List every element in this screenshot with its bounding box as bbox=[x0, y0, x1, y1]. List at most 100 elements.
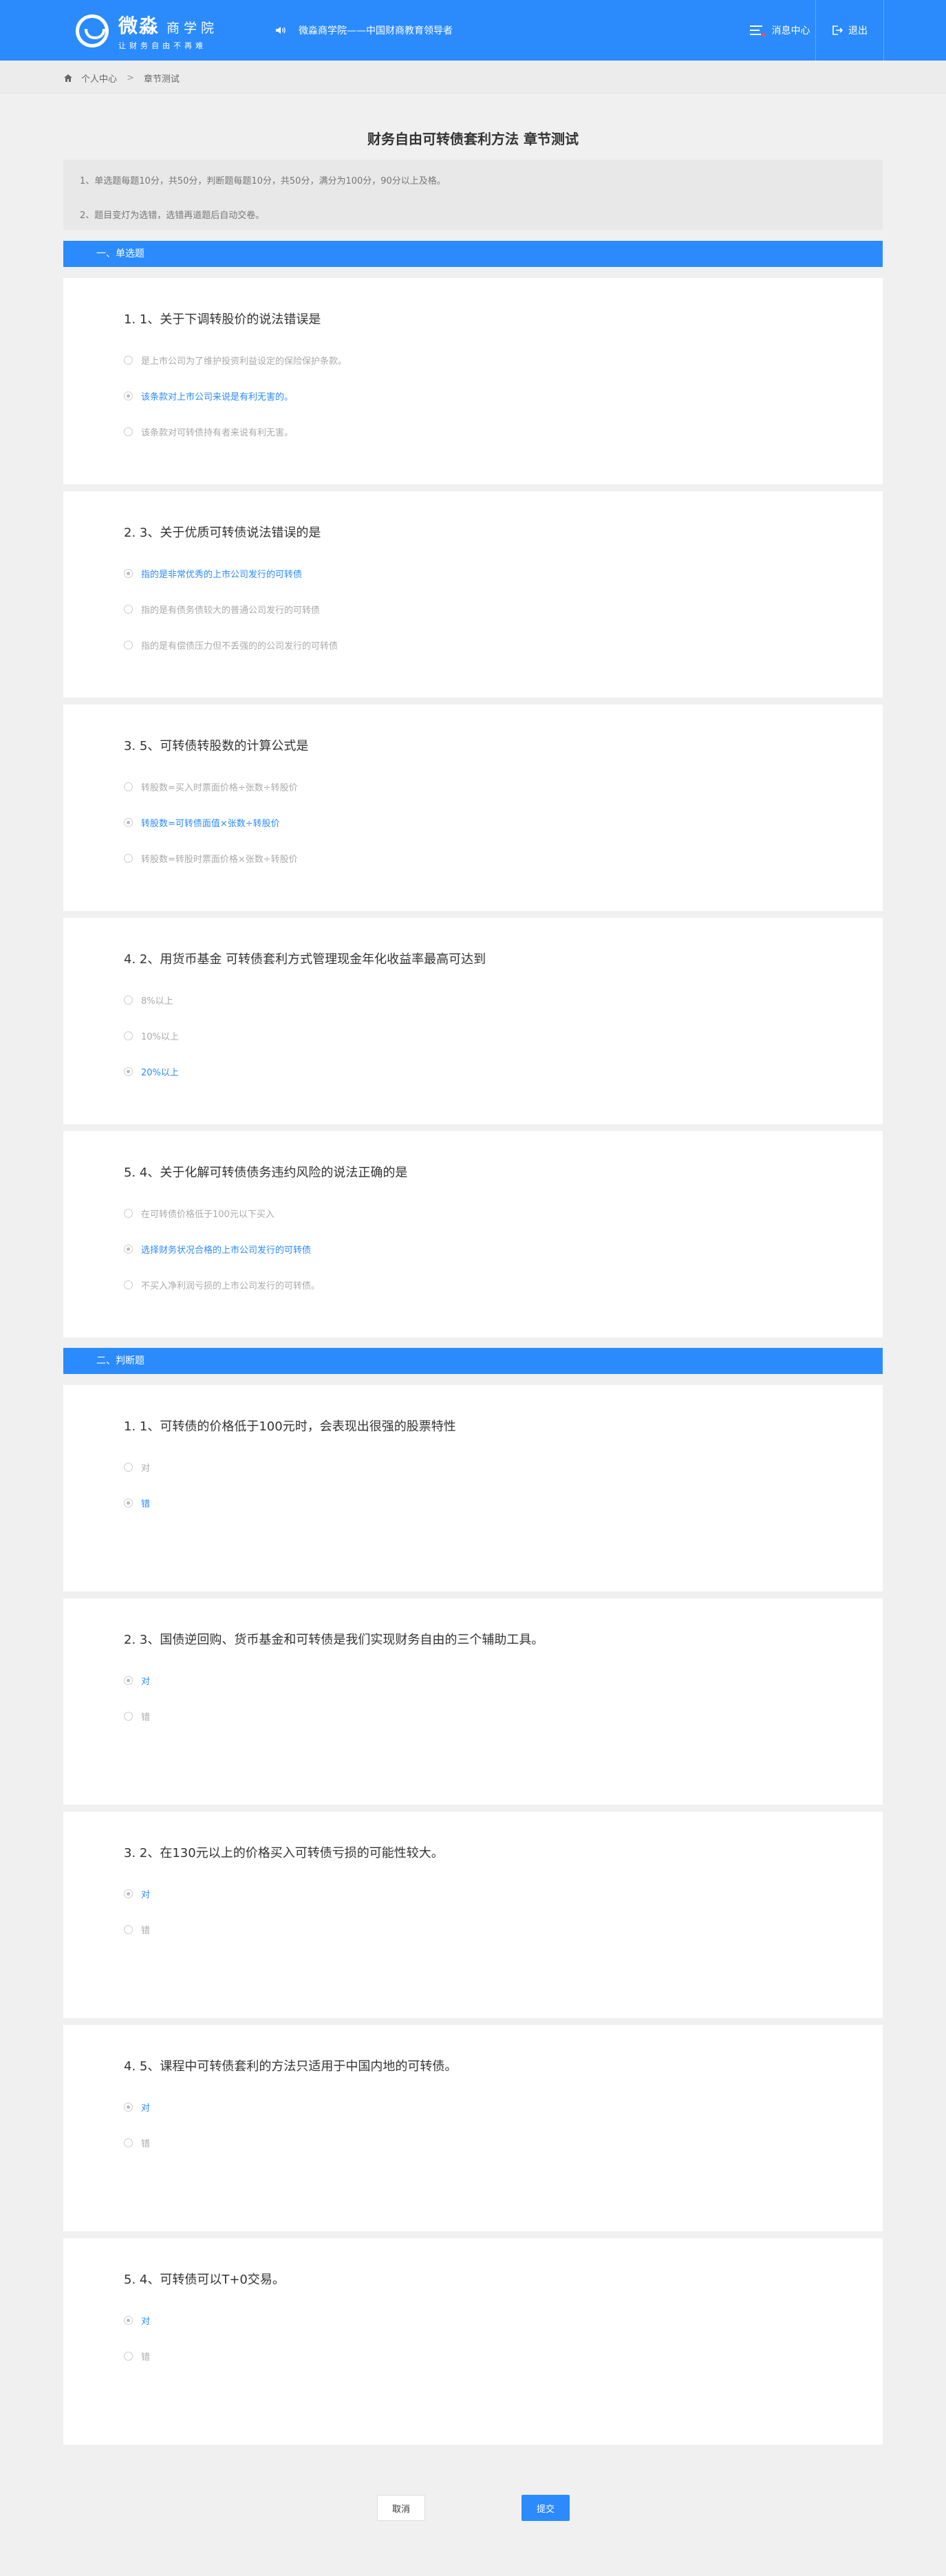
radio-button[interactable] bbox=[124, 995, 133, 1005]
option-label: 10%以上 bbox=[141, 1031, 179, 1042]
radio-button[interactable] bbox=[124, 568, 133, 578]
option-a[interactable]: 8%以上 bbox=[124, 992, 883, 1007]
tip-line: 1、单选题每题10分，共50分，判断题每题10分，共50分，满分为100分，90… bbox=[80, 176, 446, 186]
option-b[interactable]: 该条款对上市公司来说是有利无害的。 bbox=[124, 388, 883, 403]
option-label: 错 bbox=[141, 1925, 151, 1936]
option-label: 是上市公司为了维护投资利益设定的保险保护条款。 bbox=[141, 356, 347, 367]
radio-button[interactable] bbox=[124, 355, 133, 365]
option-true[interactable]: 对 bbox=[124, 1673, 883, 1688]
logout-icon bbox=[832, 25, 843, 35]
section-single-choice: 一、单选题 bbox=[63, 241, 883, 267]
option-true[interactable]: 对 bbox=[124, 2312, 883, 2328]
radio-button[interactable] bbox=[124, 2102, 133, 2112]
notice-bar: 微淼商学院——中国财商教育领导者 bbox=[275, 23, 453, 37]
question-card: 5. 4、关于化解可转债债务违约风险的说法正确的是 在可转债价格低于100元以下… bbox=[63, 1131, 883, 1338]
option-b[interactable]: 选择财务状况合格的上市公司发行的可转债 bbox=[124, 1241, 883, 1256]
option-label: 错 bbox=[141, 1499, 151, 1510]
radio-button[interactable] bbox=[124, 1498, 133, 1507]
question-card: 4. 5、课程中可转债套利的方法只适用于中国内地的可转债。 对 错 bbox=[63, 2025, 883, 2231]
option-b[interactable]: 指的是有债务债较大的普通公司发行的可转债 bbox=[124, 601, 883, 616]
radio-button[interactable] bbox=[124, 1462, 133, 1472]
question-title: 3. 5、可转债转股数的计算公式是 bbox=[124, 739, 309, 753]
option-false[interactable]: 错 bbox=[124, 2348, 883, 2363]
option-false[interactable]: 错 bbox=[124, 1708, 883, 1724]
tip-line: 2、题目变灯为选错，选错再道题后自动交卷。 bbox=[80, 211, 265, 221]
radio-button[interactable] bbox=[124, 640, 133, 650]
option-c[interactable]: 20%以上 bbox=[124, 1064, 883, 1079]
question-title: 1. 1、可转债的价格低于100元时，会表现出很强的股票特性 bbox=[124, 1419, 456, 1434]
option-label: 错 bbox=[141, 2138, 151, 2149]
notice-text: 微淼商学院——中国财商教育领导者 bbox=[299, 25, 453, 36]
radio-button[interactable] bbox=[124, 853, 133, 863]
radio-button[interactable] bbox=[124, 782, 133, 791]
logo-subname: 商学院 bbox=[166, 21, 219, 36]
radio-button[interactable] bbox=[124, 427, 133, 436]
radio-button[interactable] bbox=[124, 391, 133, 400]
radio-button[interactable] bbox=[124, 2351, 133, 2361]
option-false[interactable]: 错 bbox=[124, 2135, 883, 2150]
option-label: 错 bbox=[141, 2352, 151, 2363]
option-label: 指的是有债务债较大的普通公司发行的可转债 bbox=[141, 605, 321, 616]
option-c[interactable]: 指的是有偿债压力但不丢强的的公司发行的可转债 bbox=[124, 637, 883, 652]
option-false[interactable]: 错 bbox=[124, 1922, 883, 1937]
top-header: 微淼 商学院 让财务自由不再难 微淼商学院——中国财商教育领导者 消息中心 退出 bbox=[0, 0, 946, 61]
radio-button[interactable] bbox=[124, 1244, 133, 1254]
radio-button[interactable] bbox=[124, 1924, 133, 1934]
radio-button[interactable] bbox=[124, 1280, 133, 1289]
question-title: 3. 2、在130元以上的价格买入可转债亏损的可能性较大。 bbox=[124, 1846, 444, 1860]
question-title: 5. 4、可转债可以T+0交易。 bbox=[124, 2273, 285, 2287]
option-label: 指的是有偿债压力但不丢强的的公司发行的可转债 bbox=[141, 641, 338, 652]
question-card: 3. 2、在130元以上的价格买入可转债亏损的可能性较大。 对 错 bbox=[63, 1812, 883, 2018]
radio-button[interactable] bbox=[124, 1031, 133, 1040]
option-a[interactable]: 在可转债价格低于100元以下买入 bbox=[124, 1205, 883, 1221]
question-title: 2. 3、国债逆回购、货币基金和可转债是我们实现财务自由的三个辅助工具。 bbox=[124, 1633, 544, 1647]
option-false[interactable]: 错 bbox=[124, 1495, 883, 1510]
option-label: 对 bbox=[141, 1463, 151, 1474]
home-icon bbox=[64, 74, 72, 82]
option-a[interactable]: 指的是非常优秀的上市公司发行的可转债 bbox=[124, 566, 883, 581]
radio-button[interactable] bbox=[124, 2138, 133, 2147]
radio-button[interactable] bbox=[124, 604, 133, 614]
radio-button[interactable] bbox=[124, 1208, 133, 1218]
page-title: 财务自由可转债套利方法 章节测试 bbox=[367, 131, 579, 147]
option-label: 该条款对上市公司来说是有利无害的。 bbox=[141, 391, 294, 402]
option-a[interactable]: 转股数=买入时票面价格÷张数÷转股价 bbox=[124, 779, 883, 794]
option-a[interactable]: 是上市公司为了维护投资利益设定的保险保护条款。 bbox=[124, 352, 883, 367]
breadcrumb-separator: > bbox=[127, 73, 134, 83]
question-card: 2. 3、国债逆回购、货币基金和可转债是我们实现财务自由的三个辅助工具。 对 错 bbox=[63, 1598, 883, 1805]
option-c[interactable]: 不买入净利润亏损的上市公司发行的可转债。 bbox=[124, 1277, 883, 1292]
option-c[interactable]: 转股数=转股时票面价格×张数÷转股价 bbox=[124, 850, 883, 866]
logo[interactable]: 微淼 商学院 让财务自由不再难 bbox=[76, 14, 219, 50]
radio-button[interactable] bbox=[124, 817, 133, 827]
question-card: 1. 1、可转债的价格低于100元时，会表现出很强的股票特性 对 错 bbox=[63, 1385, 883, 1591]
option-true[interactable]: 对 bbox=[124, 2099, 883, 2114]
logo-name: 微淼 bbox=[118, 14, 160, 37]
radio-button[interactable] bbox=[124, 1889, 133, 1898]
messages-button[interactable]: 消息中心 bbox=[743, 0, 815, 61]
breadcrumb-home[interactable]: 个人中心 bbox=[81, 72, 117, 85]
radio-button[interactable] bbox=[124, 1711, 133, 1721]
option-label: 转股数=买入时票面价格÷张数÷转股价 bbox=[141, 782, 298, 793]
logout-button[interactable]: 退出 bbox=[815, 0, 884, 61]
option-c[interactable]: 该条款对可转债持有者来说有利无害。 bbox=[124, 424, 883, 439]
exam-tips: 1、单选题每题10分，共50分，判断题每题10分，共50分，满分为100分，90… bbox=[63, 160, 883, 230]
question-card: 3. 5、可转债转股数的计算公式是 转股数=买入时票面价格÷张数÷转股价 转股数… bbox=[63, 705, 883, 911]
option-true[interactable]: 对 bbox=[124, 1886, 883, 1901]
radio-button[interactable] bbox=[124, 1066, 133, 1076]
question-card: 4. 2、用货币基金 可转债套利方式管理现金年化收益率最高可达到 8%以上 10… bbox=[63, 918, 883, 1124]
question-title: 4. 5、课程中可转债套利的方法只适用于中国内地的可转债。 bbox=[124, 2059, 458, 2074]
question-card: 1. 1、关于下调转股价的说法错误是 是上市公司为了维护投资利益设定的保险保护条… bbox=[63, 278, 883, 484]
question-title: 2. 3、关于优质可转债说法错误的是 bbox=[124, 526, 321, 540]
section-judge: 二、判断题 bbox=[63, 1348, 883, 1374]
option-b[interactable]: 转股数=可转债面值×张数÷转股价 bbox=[124, 815, 883, 830]
speaker-icon bbox=[276, 27, 286, 34]
breadcrumb: 个人中心 > 章节测试 bbox=[0, 61, 946, 94]
logo-smile-icon bbox=[76, 14, 109, 47]
option-true[interactable]: 对 bbox=[124, 1459, 883, 1474]
submit-button[interactable]: 提交 bbox=[522, 2495, 570, 2521]
option-b[interactable]: 10%以上 bbox=[124, 1028, 883, 1043]
cancel-button[interactable]: 取消 bbox=[377, 2495, 425, 2521]
breadcrumb-current: 章节测试 bbox=[143, 74, 180, 85]
radio-button[interactable] bbox=[124, 1675, 133, 1685]
radio-button[interactable] bbox=[124, 2315, 133, 2325]
